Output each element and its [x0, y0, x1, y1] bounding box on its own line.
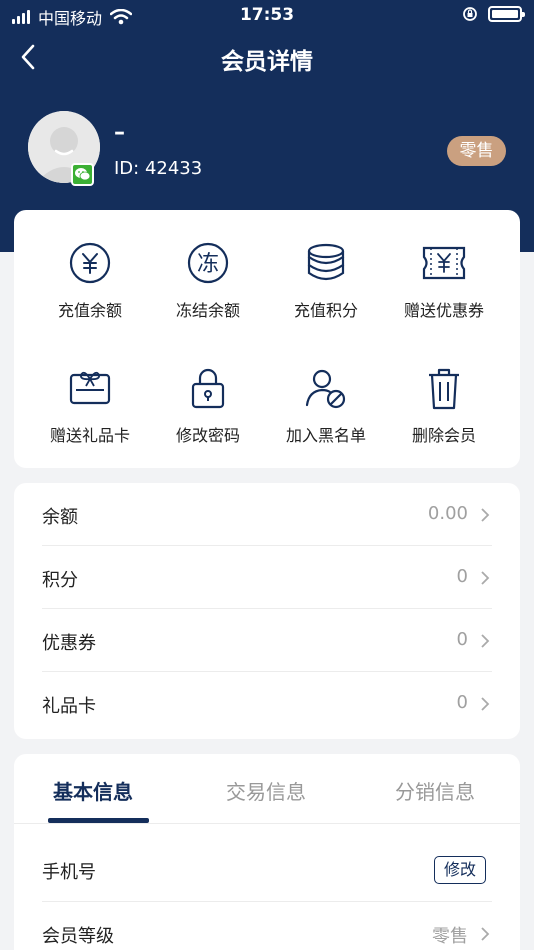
wechat-icon [71, 163, 94, 186]
member-name: – [114, 120, 125, 145]
freeze-icon: 冻 [187, 242, 229, 284]
action-give-gift-card[interactable]: 赠送礼品卡 [27, 365, 153, 446]
action-change-password[interactable]: 修改密码 [145, 365, 271, 446]
status-time: 17:53 [239, 5, 295, 25]
status-bar: 中国移动 17:53 [0, 0, 534, 30]
action-recharge-points[interactable]: 充值积分 [263, 240, 389, 321]
member-level-badge: 零售 [447, 136, 506, 166]
chevron-right-icon [481, 697, 490, 711]
action-recharge-balance[interactable]: 充值余额 [27, 240, 153, 321]
trash-icon [429, 368, 459, 410]
member-id: ID: 42433 [114, 158, 203, 179]
action-label: 充值余额 [57, 301, 122, 320]
nav-bar: 会员详情 [0, 30, 534, 84]
member-level-label: 会员等级 [42, 926, 114, 947]
asset-value: 0 [456, 566, 468, 587]
action-give-coupon[interactable]: 赠送优惠券 [381, 240, 507, 321]
phone-label: 手机号 [42, 862, 96, 883]
chevron-right-icon [481, 571, 490, 585]
member-assets-card: 余额 0.00 积分 0 优惠券 0 礼品卡 0 [14, 483, 520, 739]
member-info-card: 基本信息 交易信息 分销信息 手机号 修改 会员等级 零售 [14, 754, 520, 950]
member-level-value: 零售 [432, 926, 468, 947]
asset-label: 礼品卡 [42, 696, 96, 717]
lock-icon [191, 368, 225, 409]
coin-stack-icon [307, 243, 345, 281]
action-label: 充值积分 [293, 301, 358, 320]
tab-transaction-info[interactable]: 交易信息 [226, 776, 306, 805]
chevron-right-icon [481, 927, 490, 941]
asset-label: 余额 [42, 507, 78, 528]
yuan-circle-icon [69, 242, 111, 284]
asset-row-coupons[interactable]: 优惠券 0 [42, 609, 492, 671]
asset-row-balance[interactable]: 余额 0.00 [42, 483, 492, 545]
tab-basic-info[interactable]: 基本信息 [53, 776, 133, 805]
asset-label: 积分 [42, 570, 78, 591]
action-label: 赠送礼品卡 [49, 426, 130, 445]
action-label: 赠送优惠券 [403, 301, 484, 320]
action-label: 加入黑名单 [285, 426, 366, 445]
action-delete-member[interactable]: 删除会员 [381, 365, 507, 446]
coupon-icon [422, 246, 466, 280]
asset-value: 0.00 [427, 503, 468, 524]
action-label: 修改密码 [175, 426, 240, 445]
asset-row-points[interactable]: 积分 0 [42, 546, 492, 608]
gift-card-icon [69, 371, 111, 405]
edit-phone-button[interactable]: 修改 [434, 856, 486, 884]
rotation-lock-icon [463, 7, 477, 21]
asset-row-gift-cards[interactable]: 礼品卡 0 [42, 672, 492, 734]
asset-label: 优惠券 [42, 633, 96, 654]
svg-text:冻: 冻 [197, 252, 219, 277]
info-row-member-level[interactable]: 会员等级 零售 [42, 902, 492, 950]
action-add-blacklist[interactable]: 加入黑名单 [263, 365, 389, 446]
page-title: 会员详情 [221, 49, 313, 75]
action-label: 删除会员 [411, 426, 476, 445]
status-right [462, 6, 525, 22]
chevron-right-icon [481, 634, 490, 648]
tab-distribution-info[interactable]: 分销信息 [395, 776, 475, 805]
info-row-phone: 手机号 [42, 838, 492, 900]
asset-value: 0 [456, 692, 468, 713]
member-actions-card: 充值余额 冻 冻结余额 充值积分 赠送优惠券 赠送礼品卡 修改密码 加入黑名单 … [14, 210, 520, 468]
asset-value: 0 [456, 629, 468, 650]
action-label: 冻结余额 [175, 301, 240, 320]
divider [14, 823, 520, 824]
battery-icon [488, 6, 525, 22]
chevron-right-icon [481, 508, 490, 522]
user-blocked-icon [305, 369, 346, 409]
action-freeze-balance[interactable]: 冻 冻结余额 [145, 240, 271, 321]
